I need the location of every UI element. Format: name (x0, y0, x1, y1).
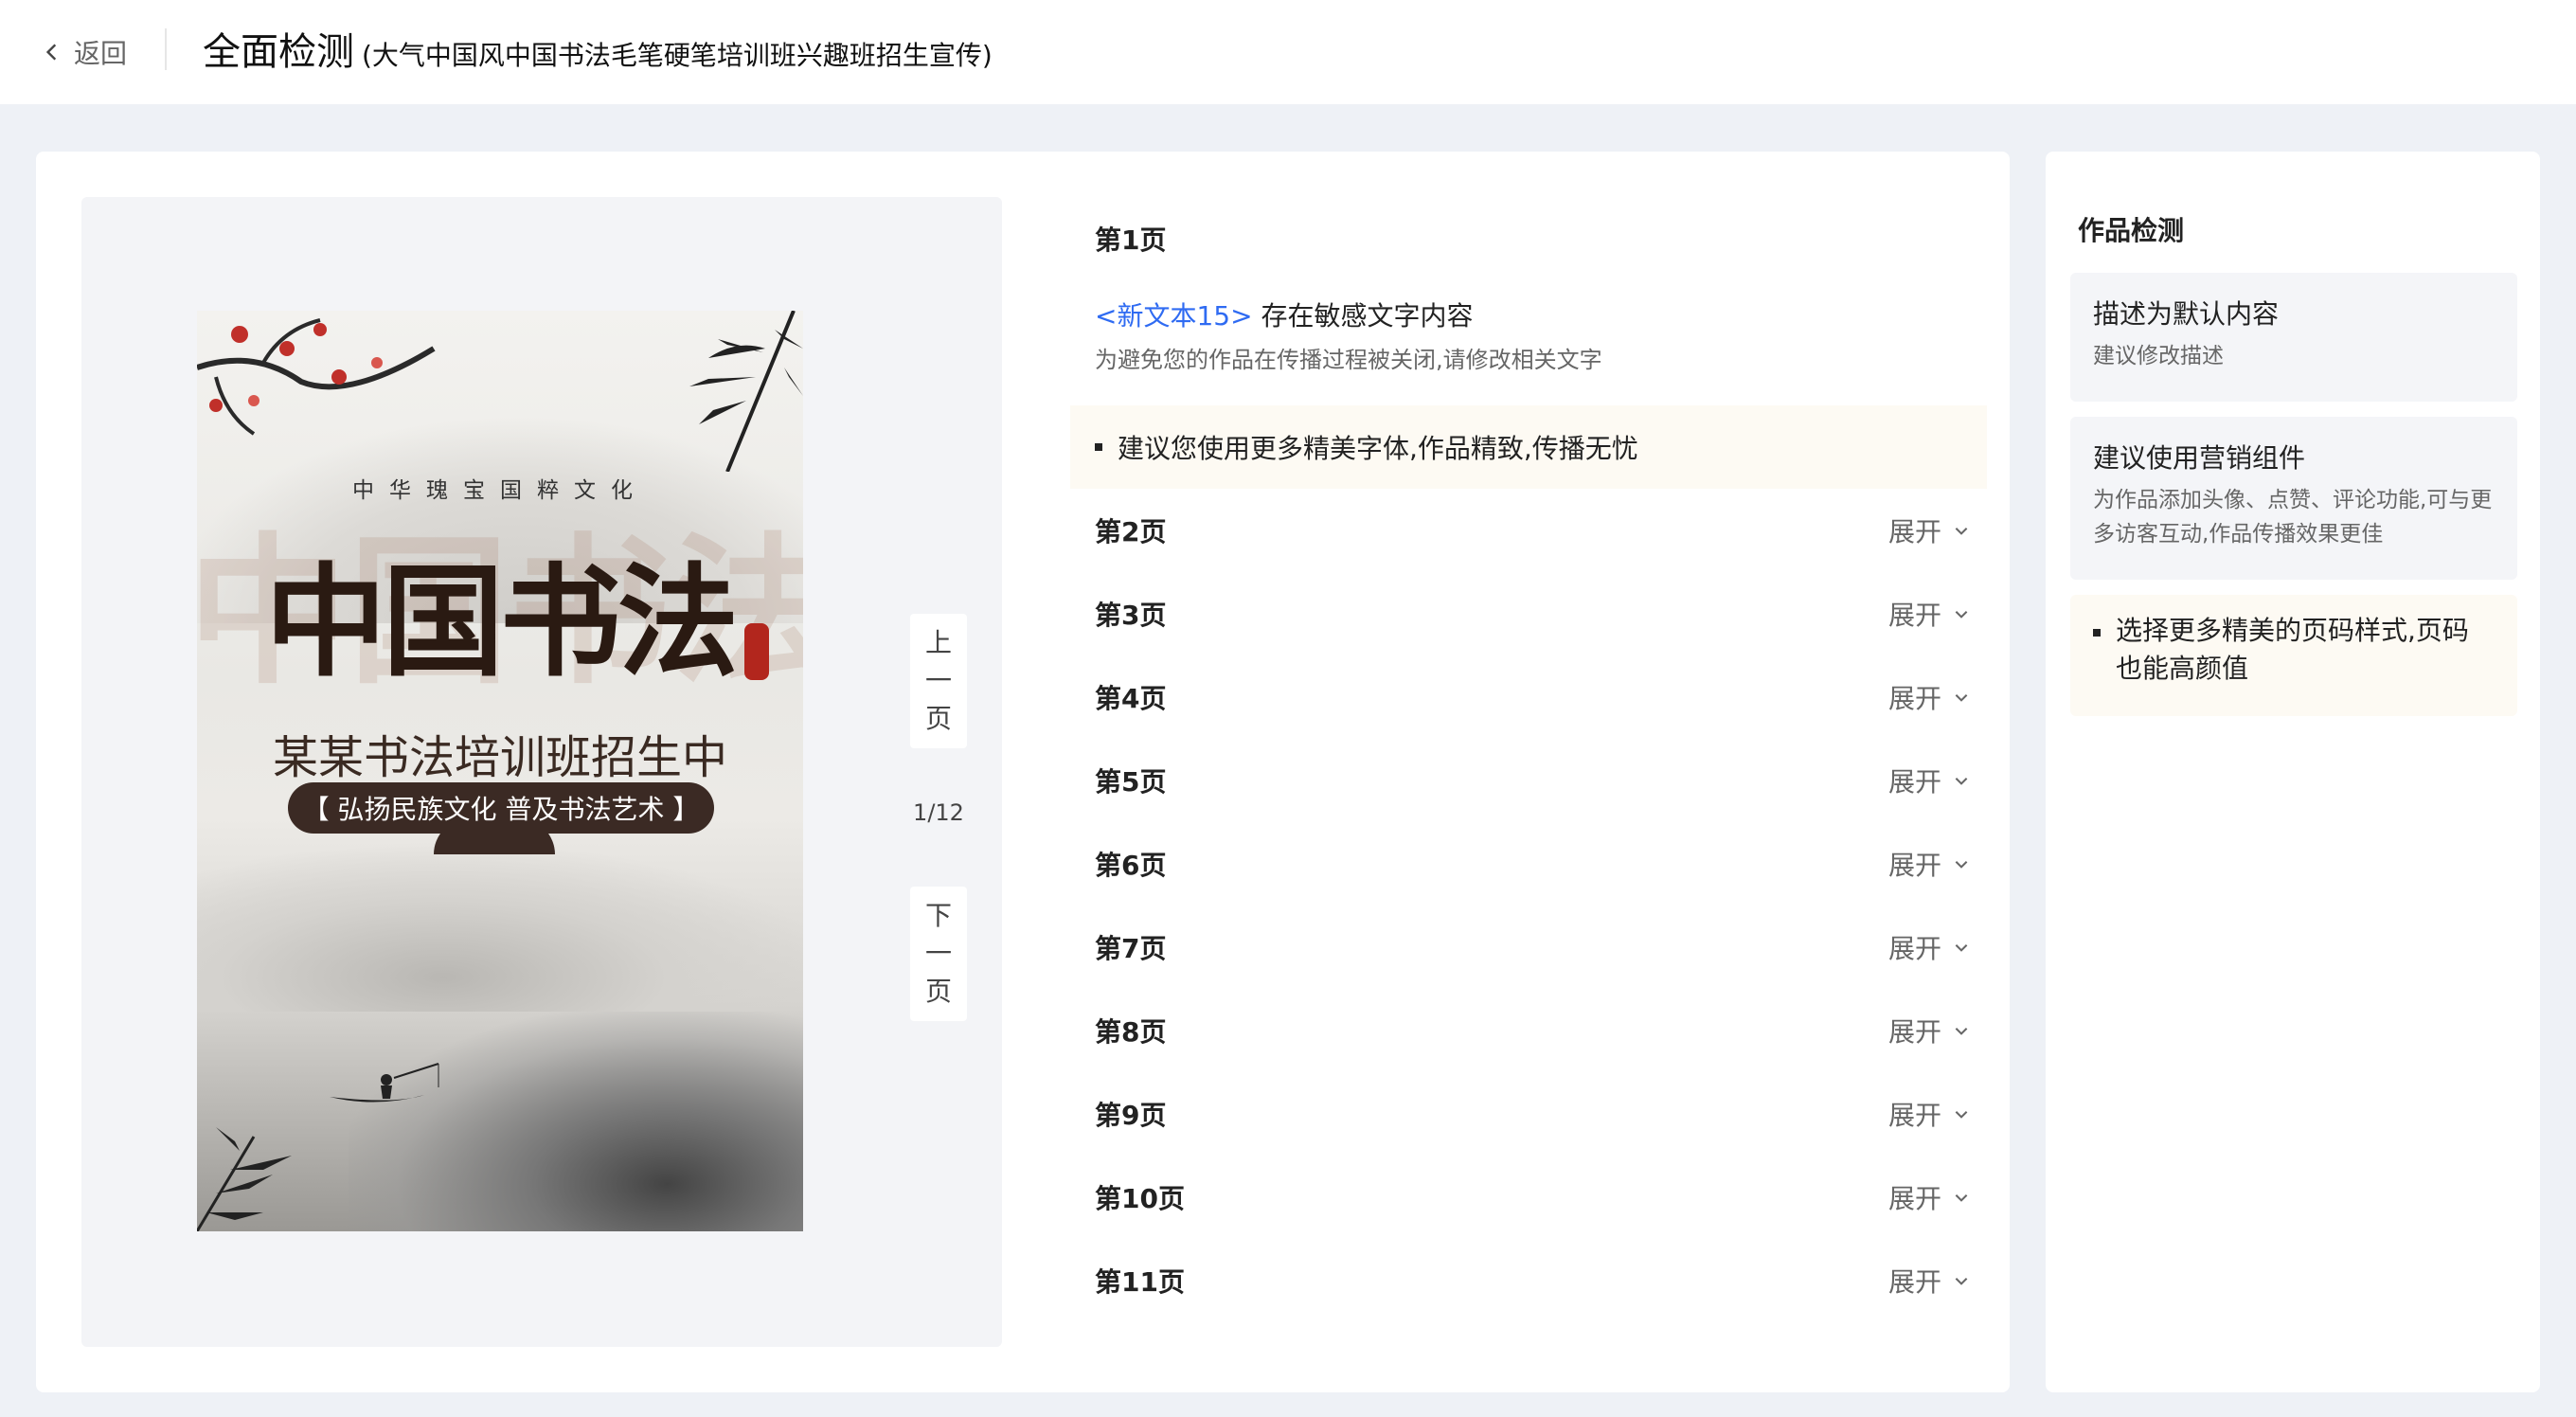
expand-button[interactable]: 展开 (1888, 1262, 1970, 1300)
page-1-title: 第1页 (1095, 224, 1167, 256)
poster-subheadline: 某某书法培训班招生中 (272, 731, 727, 784)
page-number-tip: 选择更多精美的页码样式,页码也能高颜值 (2070, 595, 2517, 716)
page-row[interactable]: 第2页 展开 (1095, 507, 1970, 554)
expand-label: 展开 (1887, 1266, 1941, 1298)
page-row[interactable]: 第9页 展开 (1095, 1090, 1970, 1138)
check-item-desc: 为作品添加头像、点赞、评论功能,可与更多访客互动,作品传播效果更佳 (2093, 488, 2493, 547)
page-row-title: 第3页 (1095, 600, 1167, 631)
page-row[interactable]: 第5页 展开 (1095, 757, 1970, 804)
expand-label: 展开 (1887, 600, 1941, 631)
bamboo-icon (689, 311, 803, 472)
check-item-heading: 建议使用营销组件 (2093, 442, 2306, 474)
page-row[interactable]: 第4页 展开 (1095, 673, 1970, 721)
next-page-char: 下 (924, 900, 952, 931)
chevron-down-icon (1955, 1028, 1968, 1035)
bullet-icon (2093, 629, 2101, 637)
chevron-down-icon (1955, 528, 1968, 535)
expand-label: 展开 (1887, 683, 1941, 714)
expand-button[interactable]: 展开 (1888, 595, 1970, 633)
page-indicator: 1/12 (913, 799, 964, 826)
expand-button[interactable]: 展开 (1888, 1012, 1970, 1049)
chevron-down-icon (1955, 694, 1968, 702)
bullet-icon (1095, 443, 1102, 451)
expand-button[interactable]: 展开 (1888, 511, 1970, 549)
expand-label: 展开 (1887, 516, 1941, 547)
font-suggestion-tip: 建议您使用更多精美字体,作品精致,传播无忧 (1070, 405, 1987, 489)
expand-label: 展开 (1887, 1100, 1941, 1131)
chevron-down-icon (1955, 1111, 1968, 1119)
expand-label: 展开 (1887, 850, 1941, 881)
tip-text: 建议您使用更多精美字体,作品精致,传播无忧 (1118, 433, 1638, 464)
check-results: 第1页 <新文本15> 存在敏感文字内容 为避免您的作品在传播过程被关闭,请修改… (1057, 197, 2004, 1390)
page-row[interactable]: 第11页 展开 (1095, 1257, 1970, 1304)
page-row[interactable]: 第8页 展开 (1095, 1007, 1970, 1054)
expand-button[interactable]: 展开 (1888, 928, 1970, 966)
back-label: 返回 (74, 38, 128, 69)
issue-line: <新文本15> 存在敏感文字内容 (1095, 296, 1473, 333)
expand-label: 展开 (1887, 1183, 1941, 1214)
page-row-title: 第4页 (1095, 683, 1167, 714)
expand-button[interactable]: 展开 (1888, 1178, 1970, 1216)
poster-headline: 中国书法 (264, 551, 739, 693)
expand-button[interactable]: 展开 (1888, 845, 1970, 883)
poster-slogan: 【 弘扬民族文化 普及书法艺术 】 (288, 782, 714, 834)
next-page-char: 一 (924, 938, 952, 969)
chevron-down-icon (1955, 861, 1968, 869)
expand-label: 展开 (1887, 766, 1941, 798)
poster-seal (744, 623, 769, 680)
prev-page-button[interactable]: 上 一 页 (910, 614, 967, 748)
check-item-desc: 建议修改描述 (2093, 344, 2224, 368)
page-row[interactable]: 第7页 展开 (1095, 924, 1970, 971)
page-row-title: 第5页 (1095, 766, 1167, 798)
work-check-panel: 作品检测 描述为默认内容 建议修改描述 建议使用营销组件 为作品添加头像、点赞、… (2046, 152, 2540, 1392)
panel-title: 作品检测 (2078, 215, 2185, 246)
page-row-title: 第10页 (1095, 1183, 1185, 1214)
chevron-down-icon (1955, 1278, 1968, 1285)
chevron-down-icon (1955, 778, 1968, 785)
plum-branch-icon (197, 318, 436, 436)
expand-button[interactable]: 展开 (1888, 678, 1970, 716)
prev-page-char: 一 (924, 665, 952, 696)
page-row[interactable]: 第3页 展开 (1095, 590, 1970, 637)
back-button[interactable]: 返回 (42, 28, 127, 76)
tip-text: 选择更多精美的页码样式,页码也能高颜值 (2116, 615, 2469, 684)
expand-label: 展开 (1887, 1016, 1941, 1048)
next-page-char: 页 (924, 976, 952, 1007)
bamboo-icon (197, 1127, 292, 1231)
expand-button[interactable]: 展开 (1888, 762, 1970, 799)
check-item-marketing[interactable]: 建议使用营销组件 为作品添加头像、点赞、评论功能,可与更多访客互动,作品传播效果… (2070, 417, 2517, 580)
check-item-heading: 描述为默认内容 (2093, 298, 2280, 330)
issue-element-link[interactable]: <新文本15> (1095, 300, 1253, 332)
chevron-down-icon (1955, 1194, 1968, 1202)
page-row[interactable]: 第6页 展开 (1095, 840, 1970, 888)
expand-label: 展开 (1887, 933, 1941, 964)
page-row-title: 第6页 (1095, 850, 1167, 881)
page-title: 全面检测 (大气中国风中国书法毛笔硬笔培训班兴趣班招生宣传) (203, 21, 993, 78)
page-row-title: 第7页 (1095, 933, 1167, 964)
page-title-subtitle: (大气中国风中国书法毛笔硬笔培训班兴趣班招生宣传) (362, 40, 993, 71)
page-row-title: 第2页 (1095, 516, 1167, 547)
poster-tagline: 中华瑰宝国粹文化 (352, 478, 648, 503)
page-row-title: 第8页 (1095, 1016, 1167, 1048)
poster-thumbnail: 中国书法 中华瑰宝国粹文化 中国书法 某某书法培训班招生中 【 弘扬民族文化 普… (197, 311, 803, 1231)
header-divider (165, 28, 167, 70)
page-row[interactable]: 第10页 展开 (1095, 1174, 1970, 1221)
check-item-description[interactable]: 描述为默认内容 建议修改描述 (2070, 273, 2517, 402)
page-title-main: 全面检测 (203, 30, 354, 74)
chevron-down-icon (1955, 944, 1968, 952)
chevron-left-icon (45, 44, 57, 61)
work-preview: 中国书法 中华瑰宝国粹文化 中国书法 某某书法培训班招生中 【 弘扬民族文化 普… (81, 197, 1002, 1347)
top-bar: 返回 全面检测 (大气中国风中国书法毛笔硬笔培训班兴趣班招生宣传) (0, 0, 2576, 104)
page-row-title: 第11页 (1095, 1266, 1185, 1298)
mist-mountain (197, 841, 803, 1012)
prev-page-char: 上 (924, 627, 952, 658)
next-page-button[interactable]: 下 一 页 (910, 887, 967, 1021)
expand-button[interactable]: 展开 (1888, 1095, 1970, 1133)
prev-page-char: 页 (924, 703, 952, 734)
issue-text: 存在敏感文字内容 (1252, 300, 1474, 332)
chevron-down-icon (1955, 611, 1968, 619)
page-row-title: 第9页 (1095, 1100, 1167, 1131)
issue-description: 为避免您的作品在传播过程被关闭,请修改相关文字 (1095, 347, 1602, 373)
boat-icon (330, 1063, 439, 1103)
